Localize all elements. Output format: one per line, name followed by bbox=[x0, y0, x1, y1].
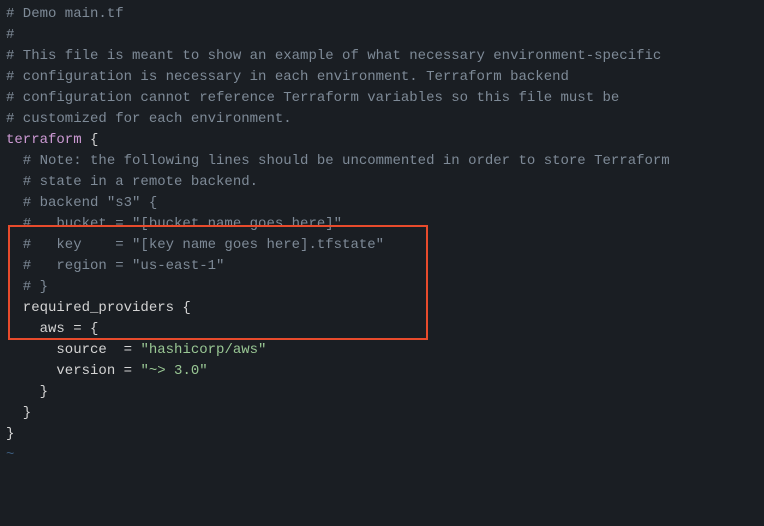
code-segment: } bbox=[6, 426, 14, 442]
code-line: } bbox=[6, 382, 758, 403]
code-line: version = "~> 3.0" bbox=[6, 361, 758, 382]
code-segment: source bbox=[6, 342, 124, 358]
code-line: # backend "s3" { bbox=[6, 193, 758, 214]
code-segment: # customized for each environment. bbox=[6, 111, 292, 127]
code-line: source = "hashicorp/aws" bbox=[6, 340, 758, 361]
code-segment: } bbox=[6, 384, 48, 400]
code-line: # key = "[key name goes here].tfstate" bbox=[6, 235, 758, 256]
code-line: required_providers { bbox=[6, 298, 758, 319]
code-segment: = bbox=[124, 342, 141, 358]
code-line: # Note: the following lines should be un… bbox=[6, 151, 758, 172]
code-line: ~ bbox=[6, 445, 758, 466]
code-segment: # bucket = "[bucket name goes here]" bbox=[6, 216, 342, 232]
code-segment: # state in a remote backend. bbox=[6, 174, 258, 190]
code-segment: # } bbox=[6, 279, 48, 295]
code-segment: # Note: the following lines should be un… bbox=[6, 153, 670, 169]
code-segment: ~ bbox=[6, 447, 14, 463]
code-segment: # configuration cannot reference Terrafo… bbox=[6, 90, 619, 106]
code-line: # state in a remote backend. bbox=[6, 172, 758, 193]
code-line: # region = "us-east-1" bbox=[6, 256, 758, 277]
code-segment: # bbox=[6, 27, 14, 43]
code-line: } bbox=[6, 403, 758, 424]
code-line: # bucket = "[bucket name goes here]" bbox=[6, 214, 758, 235]
code-segment: # Demo main.tf bbox=[6, 6, 124, 22]
code-line: terraform { bbox=[6, 130, 758, 151]
code-line: # customized for each environment. bbox=[6, 109, 758, 130]
code-segment: terraform bbox=[6, 132, 82, 148]
code-segment: { bbox=[174, 300, 191, 316]
code-segment: = { bbox=[65, 321, 99, 337]
code-segment: # key = "[key name goes here].tfstate" bbox=[6, 237, 384, 253]
code-line: } bbox=[6, 424, 758, 445]
code-line: # } bbox=[6, 277, 758, 298]
code-segment: { bbox=[82, 132, 99, 148]
code-block: # Demo main.tf # # This file is meant to s… bbox=[6, 4, 758, 466]
code-line: # bbox=[6, 25, 758, 46]
code-segment: aws bbox=[6, 321, 65, 337]
code-segment: "~> 3.0" bbox=[140, 363, 207, 379]
code-line: aws = { bbox=[6, 319, 758, 340]
code-segment: # backend "s3" { bbox=[6, 195, 157, 211]
code-segment: # region = "us-east-1" bbox=[6, 258, 224, 274]
code-segment: "hashicorp/aws" bbox=[140, 342, 266, 358]
code-segment: required_providers bbox=[6, 300, 174, 316]
code-segment: = bbox=[124, 363, 141, 379]
code-segment: # configuration is necessary in each env… bbox=[6, 69, 569, 85]
code-line: # This file is meant to show an example … bbox=[6, 46, 758, 67]
code-line: # configuration is necessary in each env… bbox=[6, 67, 758, 88]
code-segment: # This file is meant to show an example … bbox=[6, 48, 661, 64]
code-segment: version bbox=[6, 363, 124, 379]
code-line: # Demo main.tf bbox=[6, 4, 758, 25]
code-segment: } bbox=[6, 405, 31, 421]
code-line: # configuration cannot reference Terrafo… bbox=[6, 88, 758, 109]
